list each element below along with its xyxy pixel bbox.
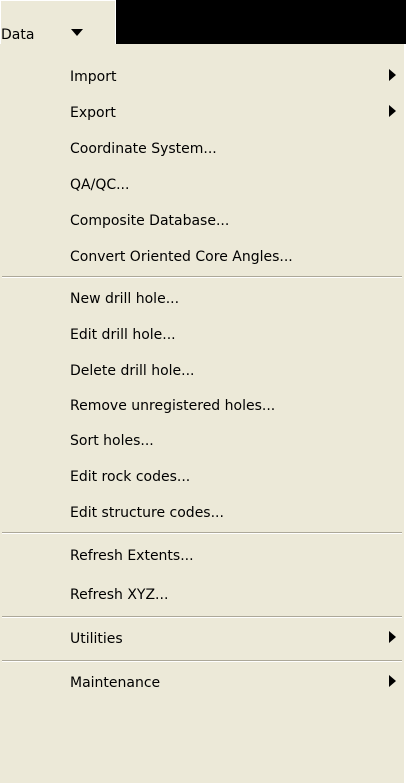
menu-item-label: Refresh Extents... — [70, 548, 194, 564]
menu-item-label: Remove unregistered holes... — [70, 398, 276, 414]
menu-item-refresh-extents[interactable]: Refresh Extents... — [0, 537, 404, 573]
menu-item-label: Delete drill hole... — [70, 363, 195, 379]
menu-item-label: Import — [70, 69, 117, 85]
menu-item-edit-structure-codes[interactable]: Edit structure codes... — [0, 494, 404, 530]
menu-item-coordinate-system[interactable]: Coordinate System... — [0, 130, 404, 166]
menu-item-label: Composite Database... — [70, 213, 230, 229]
menu-item-label: Maintenance — [70, 675, 161, 691]
submenu-arrow-icon — [389, 631, 396, 643]
menu-item-composite-database[interactable]: Composite Database... — [0, 202, 404, 238]
submenu-arrow-icon — [389, 69, 396, 81]
menu-item-qa-qc[interactable]: QA/QC... — [0, 166, 404, 202]
data-menu-button[interactable]: Data — [0, 0, 116, 44]
menu-item-edit-rock-codes[interactable]: Edit rock codes... — [0, 458, 404, 494]
menu-item-remove-unregistered-holes[interactable]: Remove unregistered holes... — [0, 387, 404, 423]
menu-item-convert-oriented-core-angles[interactable]: Convert Oriented Core Angles... — [0, 238, 404, 274]
menu-item-label: Edit structure codes... — [70, 505, 224, 521]
menu-item-label: QA/QC... — [70, 177, 130, 193]
menu-item-sort-holes[interactable]: Sort holes... — [0, 422, 404, 458]
menu-item-maintenance[interactable]: Maintenance — [0, 664, 404, 700]
menu-item-label: Edit rock codes... — [70, 469, 191, 485]
menu-item-refresh-xyz[interactable]: Refresh XYZ... — [0, 576, 404, 612]
menu-item-utilities[interactable]: Utilities — [0, 620, 404, 656]
data-dropdown-menu: Import Export Coordinate System... QA/QC… — [0, 44, 406, 783]
submenu-arrow-icon — [389, 675, 396, 687]
menu-item-edit-drill-hole[interactable]: Edit drill hole... — [0, 316, 404, 352]
menu-item-label: Sort holes... — [70, 433, 154, 449]
dropdown-arrow-icon — [71, 29, 83, 36]
menu-item-label: Edit drill hole... — [70, 327, 176, 343]
menu-separator — [2, 660, 402, 662]
menu-item-label: Coordinate System... — [70, 141, 217, 157]
menu-separator — [2, 532, 402, 534]
menu-item-label: Refresh XYZ... — [70, 587, 169, 603]
menu-item-delete-drill-hole[interactable]: Delete drill hole... — [0, 352, 404, 388]
menu-item-label: Convert Oriented Core Angles... — [70, 249, 293, 265]
submenu-arrow-icon — [389, 105, 396, 117]
menu-item-import[interactable]: Import — [0, 58, 404, 94]
menu-separator — [2, 616, 402, 618]
menu-item-label: New drill hole... — [70, 291, 180, 307]
menu-item-label: Utilities — [70, 631, 123, 647]
menu-item-new-drill-hole[interactable]: New drill hole... — [0, 280, 404, 316]
menu-separator — [2, 276, 402, 278]
menu-item-export[interactable]: Export — [0, 94, 404, 130]
menu-item-label: Export — [70, 105, 116, 121]
